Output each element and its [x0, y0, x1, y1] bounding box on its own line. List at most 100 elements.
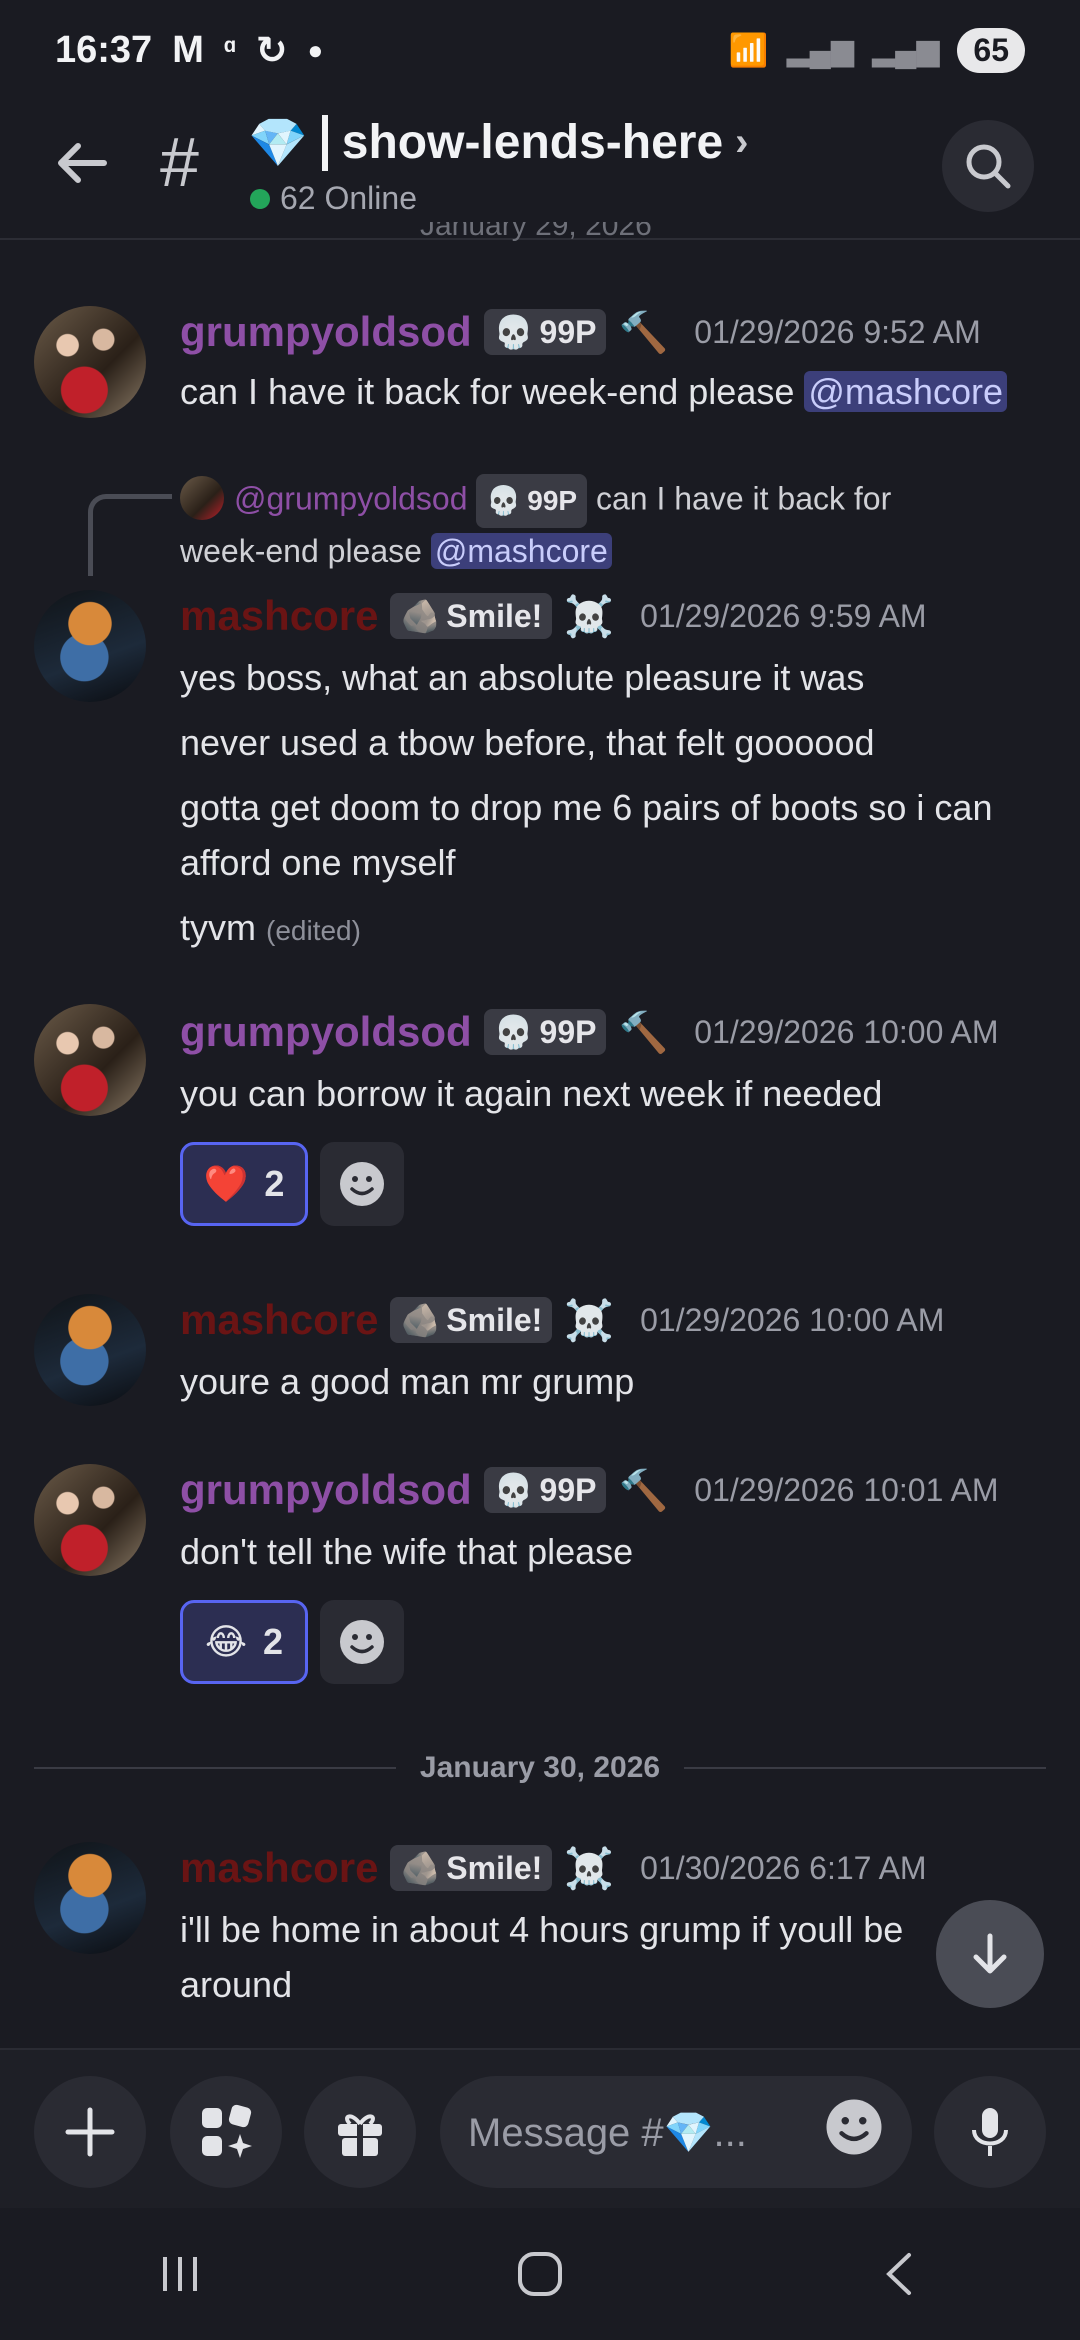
add-reaction-button[interactable] — [320, 1142, 404, 1226]
avatar[interactable] — [34, 306, 146, 418]
laughing-icon: 😂 — [204, 1621, 248, 1662]
gavel-icon: 🔨 — [618, 1468, 669, 1513]
server-tag[interactable]: 🪨 Smile! — [390, 1845, 553, 1891]
message-text[interactable]: you can borrow it again next week if nee… — [180, 1066, 1050, 1121]
dot-icon: ● — [307, 34, 324, 65]
reaction-joy[interactable]: 😂 2 — [180, 1600, 308, 1684]
avatar[interactable] — [34, 1294, 146, 1406]
search-button[interactable] — [942, 120, 1034, 212]
reaction-count: 2 — [263, 1621, 284, 1662]
chevron-right-icon: › — [735, 120, 749, 164]
emoji-picker-button[interactable] — [824, 2097, 884, 2167]
author-name[interactable]: grumpyoldsod — [180, 1008, 472, 1056]
battery-indicator: 65 — [957, 27, 1025, 73]
recent-apps-button[interactable] — [120, 2224, 240, 2324]
heart-icon: ❤️ — [203, 1163, 249, 1204]
diamond-icon: 💎 — [248, 117, 308, 170]
reply-preview[interactable]: @grumpyoldsod 💀 99P can I have it back fo… — [180, 474, 1060, 574]
message-header: grumpyoldsod 💀 99P 🔨 01/29/2026 9:52 AM — [180, 308, 981, 356]
gavel-icon: 🔨 — [618, 310, 669, 355]
notification-icon: ᵅ — [223, 33, 236, 66]
server-tag: 💀 99P — [476, 474, 588, 528]
channel-header: # 💎 show-lends-here › 62 Online — [0, 100, 1080, 240]
status-bar: 16:37 M ᵅ ↻ ● 📶 ▂▄▆ ▂▄▆ 65 — [0, 0, 1080, 100]
author-name[interactable]: mashcore — [180, 1296, 378, 1344]
jump-to-present-button[interactable] — [936, 1900, 1044, 2008]
message-header: mashcore 🪨 Smile! ☠️ 01/30/2026 6:17 AM — [180, 1844, 927, 1892]
status-time: 16:37 — [55, 28, 153, 71]
message-input-placeholder: Message #💎... — [468, 2110, 747, 2155]
gavel-icon: 🔨 — [618, 1010, 669, 1055]
chevron-left-icon — [886, 2253, 911, 2295]
skull-icon: 💀 — [486, 485, 522, 516]
apps-button[interactable] — [170, 2076, 282, 2188]
rock-icon: 🪨 — [400, 598, 441, 634]
server-tag[interactable]: 💀 99P — [483, 309, 607, 355]
add-reaction-button[interactable] — [320, 1600, 404, 1684]
reply-connector — [88, 494, 172, 576]
message-text[interactable]: can I have it back for week-end please @… — [180, 364, 1050, 419]
message-header: mashcore 🪨 Smile! ☠️ 01/29/2026 9:59 AM — [180, 592, 927, 640]
avatar[interactable] — [34, 1842, 146, 1954]
plus-icon — [65, 2107, 115, 2157]
reply-author: @grumpyoldsod — [234, 480, 468, 517]
message-text[interactable]: youre a good man mr grump — [180, 1354, 1050, 1409]
timestamp: 01/29/2026 10:01 AM — [694, 1471, 999, 1508]
message-input[interactable]: Message #💎... — [440, 2076, 912, 2188]
gift-icon — [338, 2114, 382, 2156]
attach-button[interactable] — [34, 2076, 146, 2188]
online-count: 62 Online — [280, 180, 417, 216]
wifi-icon: 📶 — [728, 32, 769, 68]
message-text[interactable]: yes boss, what an absolute pleasure it w… — [180, 650, 1050, 958]
timestamp: 01/29/2026 10:00 AM — [640, 1301, 945, 1338]
message-composer: Message #💎... — [0, 2048, 1080, 2208]
partial-date-divider: January 29, 2026 — [420, 222, 652, 242]
avatar[interactable] — [34, 590, 146, 702]
server-tag[interactable]: 💀 99P — [483, 1467, 607, 1513]
timestamp: 01/29/2026 9:52 AM — [694, 313, 981, 350]
home-icon — [518, 2252, 562, 2296]
server-tag[interactable]: 🪨 Smile! — [390, 593, 553, 639]
channel-hash-icon: # — [160, 123, 199, 201]
arrow-left-icon — [58, 143, 107, 183]
home-button[interactable] — [480, 2224, 600, 2324]
smiley-icon — [826, 2099, 882, 2155]
timestamp: 01/30/2026 6:17 AM — [640, 1849, 927, 1886]
channel-name: show-lends-here — [341, 116, 724, 169]
avatar[interactable] — [34, 1004, 146, 1116]
author-name[interactable]: mashcore — [180, 1844, 378, 1892]
message-header: mashcore 🪨 Smile! ☠️ 01/29/2026 10:00 AM — [180, 1296, 944, 1344]
system-nav-bar — [0, 2208, 1080, 2340]
rock-icon: 🪨 — [400, 1302, 441, 1338]
timestamp: 01/29/2026 9:59 AM — [640, 597, 927, 634]
voice-message-button[interactable] — [934, 2076, 1046, 2188]
skull-crossbones-icon: ☠️ — [564, 1298, 615, 1343]
author-name[interactable]: mashcore — [180, 592, 378, 640]
apps-icon — [202, 2104, 252, 2158]
message-text[interactable]: don't tell the wife that please — [180, 1524, 1050, 1579]
server-tag[interactable]: 💀 99P — [483, 1009, 607, 1055]
server-tag[interactable]: 🪨 Smile! — [390, 1297, 553, 1343]
channel-title[interactable]: 💎 show-lends-here › — [248, 114, 749, 171]
reaction-heart[interactable]: ❤️ 2 — [180, 1142, 308, 1226]
recent-apps-icon — [163, 2257, 197, 2291]
author-name[interactable]: grumpyoldsod — [180, 1466, 472, 1514]
skull-icon: 💀 — [493, 314, 534, 350]
online-dot-icon — [250, 188, 270, 209]
author-name[interactable]: grumpyoldsod — [180, 308, 472, 356]
system-back-button[interactable] — [840, 2224, 960, 2324]
back-button[interactable] — [48, 130, 114, 196]
message-header: grumpyoldsod 💀 99P 🔨 01/29/2026 10:01 AM — [180, 1466, 999, 1514]
date-divider-label: January 30, 2026 — [419, 1751, 661, 1784]
avatar[interactable] — [34, 1464, 146, 1576]
message-text[interactable]: i'll be home in about 4 hours grump if y… — [180, 1902, 1010, 2012]
gift-button[interactable] — [304, 2076, 416, 2188]
search-icon — [966, 144, 1011, 189]
rock-icon: 🪨 — [400, 1850, 441, 1886]
smiley-icon — [340, 1620, 384, 1664]
smiley-icon — [340, 1162, 384, 1206]
skull-icon: 💀 — [493, 1472, 534, 1508]
timestamp: 01/29/2026 10:00 AM — [694, 1013, 999, 1050]
signal-icon-2: ▂▄▆ — [872, 33, 940, 67]
mention[interactable]: @mashcore — [804, 371, 1007, 412]
